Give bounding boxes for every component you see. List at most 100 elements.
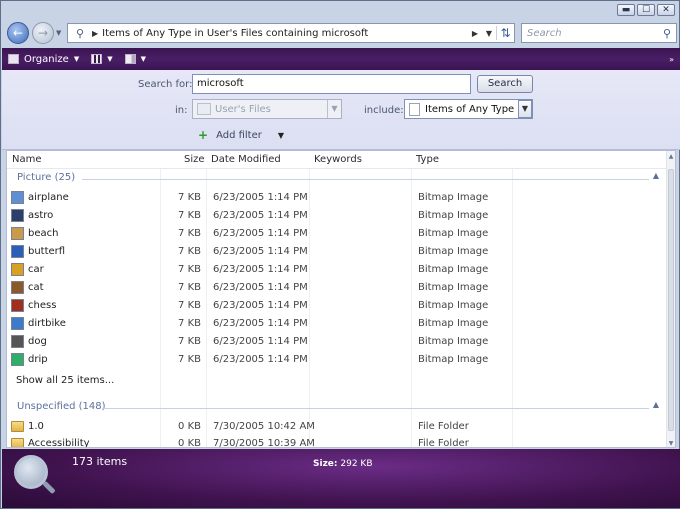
include-select[interactable]: Items of Any Type ▼ (404, 99, 533, 119)
back-button[interactable]: ← (7, 22, 29, 44)
file-row[interactable]: airplane 7 KB 6/23/2005 1:14 PM Bitmap Imag… (7, 189, 667, 207)
item-count: 173 items (72, 455, 128, 468)
file-row[interactable]: 1.0 0 KB 7/30/2005 10:42 AM File Folder (7, 418, 667, 436)
search-input[interactable]: Search ⚲ (521, 23, 677, 43)
file-row[interactable]: astro 7 KB 6/23/2005 1:14 PM Bitmap Image (7, 207, 667, 225)
file-name: astro (28, 210, 54, 221)
breadcrumb-end-chevron-icon[interactable]: ▶ (472, 29, 478, 38)
chevron-down-icon[interactable]: ▼ (518, 100, 532, 118)
file-date: 6/23/2005 1:14 PM (213, 228, 308, 239)
location-value: User's Files (215, 103, 271, 115)
scroll-up-icon[interactable]: ▲ (667, 153, 675, 160)
file-row[interactable]: dog 7 KB 6/23/2005 1:14 PM Bitmap Image (7, 333, 667, 351)
size-label: Size: (313, 459, 338, 469)
chevron-down-icon[interactable]: ▼ (278, 131, 284, 140)
chevron-down-icon: ▼ (73, 55, 80, 63)
breadcrumb-chevron-icon[interactable]: ▶ (92, 29, 98, 38)
organize-label: Organize (24, 53, 69, 65)
search-for-input[interactable]: microsoft (192, 74, 471, 94)
collapse-icon[interactable]: ▲ (653, 400, 659, 409)
file-size: 0 KB (178, 438, 201, 448)
plus-icon: + (198, 128, 209, 142)
file-row[interactable]: cat 7 KB 6/23/2005 1:14 PM Bitmap Image (7, 279, 667, 297)
add-filter-button[interactable]: + Add filter ▼ (198, 128, 284, 142)
file-type: Bitmap Image (418, 300, 489, 311)
add-filter-label: Add filter (216, 129, 262, 141)
image-thumbnail-icon (11, 353, 24, 366)
refresh-icon[interactable]: ⇅ (496, 26, 514, 40)
file-size: 7 KB (178, 228, 201, 239)
address-bar[interactable]: ⚲ ▶ Items of Any Type in User's Files co… (67, 23, 515, 43)
search-placeholder: Search (527, 27, 562, 39)
breadcrumb-path[interactable]: Items of Any Type in User's Files contai… (102, 28, 468, 39)
folder-icon (197, 103, 211, 115)
forward-button[interactable]: → (32, 22, 54, 44)
file-type: File Folder (418, 438, 469, 448)
scroll-down-icon[interactable]: ▼ (667, 440, 675, 447)
file-row[interactable]: chess 7 KB 6/23/2005 1:14 PM Bitmap Image (7, 297, 667, 315)
group-header-unspecified[interactable]: Unspecified (148) ▲ (7, 400, 667, 416)
file-date: 6/23/2005 1:14 PM (213, 318, 308, 329)
file-row[interactable]: beach 7 KB 6/23/2005 1:14 PM Bitmap Image (7, 225, 667, 243)
file-name: 1.0 (28, 421, 44, 432)
search-icon[interactable]: ⚲ (658, 27, 676, 40)
recent-pages-dropdown[interactable]: ▼ (56, 29, 61, 37)
file-date: 6/23/2005 1:14 PM (213, 282, 308, 293)
image-thumbnail-icon (11, 191, 24, 204)
image-thumbnail-icon (11, 281, 24, 294)
file-date: 6/23/2005 1:14 PM (213, 336, 308, 347)
file-name: cat (28, 282, 44, 293)
maximize-button[interactable]: ☐ (637, 4, 655, 16)
in-label: in: (175, 105, 188, 116)
collapse-icon[interactable]: ▲ (653, 171, 659, 180)
vertical-scrollbar[interactable]: ▲ ▼ (666, 151, 675, 447)
layout-button[interactable]: ▼ (119, 48, 152, 70)
minimize-button[interactable]: ▬ (617, 4, 635, 16)
search-for-label: Search for: (138, 79, 193, 90)
file-type: Bitmap Image (418, 336, 489, 347)
views-icon (91, 54, 103, 64)
scrollbar-thumb[interactable] (668, 169, 674, 431)
file-row[interactable]: Accessibility 0 KB 7/30/2005 10:39 AM File … (7, 435, 667, 448)
folder-icon (11, 421, 24, 432)
file-size: 7 KB (178, 210, 201, 221)
column-size[interactable]: Size (184, 154, 205, 165)
group-header-picture[interactable]: Picture (25) ▲ (7, 171, 667, 187)
chevron-down-icon: ▼ (327, 100, 341, 118)
file-date: 6/23/2005 1:14 PM (213, 192, 308, 203)
column-name[interactable]: Name (12, 154, 42, 165)
file-row[interactable]: drip 7 KB 6/23/2005 1:14 PM Bitmap Image (7, 351, 667, 369)
address-dropdown-icon[interactable]: ▼ (482, 29, 496, 38)
file-row[interactable]: butterfl 7 KB 6/23/2005 1:14 PM Bitmap Imag… (7, 243, 667, 261)
file-date: 6/23/2005 1:14 PM (213, 300, 308, 311)
close-button[interactable]: ✕ (657, 4, 675, 16)
file-type: Bitmap Image (418, 318, 489, 329)
column-date-modified[interactable]: Date Modified (211, 154, 281, 165)
file-type: File Folder (418, 421, 469, 432)
views-button[interactable]: ▼ (85, 48, 118, 70)
size-value: 292 KB (340, 459, 373, 469)
search-icon-handle (42, 480, 56, 495)
show-all-link[interactable]: Show all 25 items... (16, 375, 114, 386)
image-thumbnail-icon (11, 317, 24, 330)
image-thumbnail-icon (11, 227, 24, 240)
details-pane: 173 items Size: 292 KB (2, 449, 680, 508)
column-type[interactable]: Type (416, 154, 439, 165)
file-type: Bitmap Image (418, 246, 489, 257)
file-name: Accessibility (28, 438, 90, 448)
column-keywords[interactable]: Keywords (314, 154, 362, 165)
image-thumbnail-icon (11, 209, 24, 222)
file-row[interactable]: car 7 KB 6/23/2005 1:14 PM Bitmap Image (7, 261, 667, 279)
image-thumbnail-icon (11, 299, 24, 312)
include-label: include: (364, 105, 404, 116)
file-row[interactable]: dirtbike 7 KB 6/23/2005 1:14 PM Bitmap Imag… (7, 315, 667, 333)
file-name: drip (28, 354, 48, 365)
file-name: dirtbike (28, 318, 66, 329)
organize-button[interactable]: Organize ▼ (2, 48, 85, 70)
organize-icon (8, 54, 19, 64)
toolbar-overflow-icon[interactable]: » (669, 55, 674, 64)
file-size: 7 KB (178, 300, 201, 311)
search-button[interactable]: Search (477, 75, 533, 93)
file-type: Bitmap Image (418, 354, 489, 365)
folder-icon (11, 438, 24, 447)
